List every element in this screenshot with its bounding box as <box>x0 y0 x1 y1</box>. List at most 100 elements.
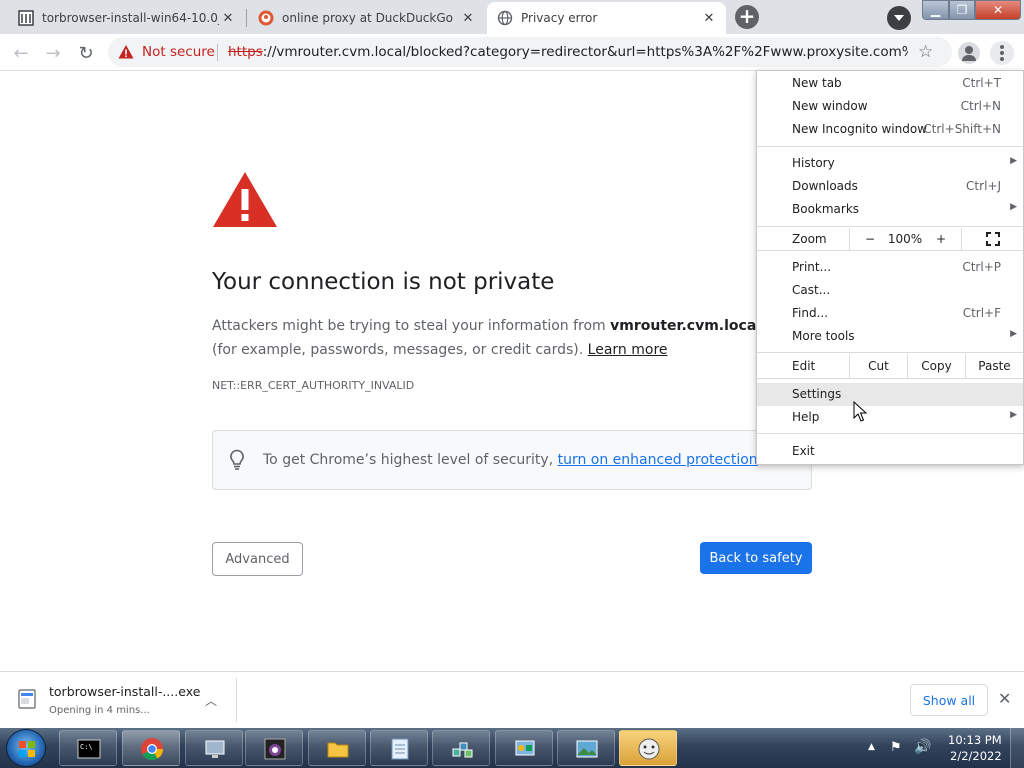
tab-torbrowser-download[interactable]: torbrowser-install-win64-10.0_en-US.exe … <box>8 2 245 34</box>
taskbar-tor-app[interactable] <box>245 730 303 766</box>
mouse-cursor-icon <box>853 401 867 422</box>
security-text-label: To get Chrome’s highest level of securit… <box>263 452 558 468</box>
menu-item-history[interactable]: History ▶ <box>757 152 1023 175</box>
address-bar[interactable]: Not secure https://vmrouter.cvm.local/bl… <box>108 37 952 67</box>
tab-search-button[interactable] <box>887 6 911 30</box>
menu-item-cast[interactable]: Cast... <box>757 279 1023 302</box>
show-desktop-button[interactable] <box>1010 728 1024 768</box>
taskbar-system-app[interactable] <box>185 730 243 766</box>
minimize-button[interactable]: ▁ <box>922 0 949 20</box>
show-all-button[interactable]: Show all <box>910 684 988 716</box>
taskbar-picture-viewer[interactable] <box>557 730 615 766</box>
taskbar-cmd[interactable]: C:\ <box>59 730 117 766</box>
learn-more-link[interactable]: Learn more <box>588 342 668 358</box>
browser-toolbar: ← → ↻ Not secure https://vmrouter.cvm.lo… <box>0 34 1024 71</box>
tab-title: Privacy error <box>521 11 598 25</box>
menu-item-more-tools[interactable]: More tools ▶ <box>757 325 1023 348</box>
chrome-icon <box>141 738 163 760</box>
warning-triangle-icon <box>118 45 134 59</box>
taskbar-media-app[interactable] <box>619 730 677 766</box>
zoom-level: 100% <box>887 232 923 246</box>
enhanced-protection-link[interactable]: turn on enhanced protection <box>558 452 758 468</box>
advanced-button[interactable]: Advanced <box>212 542 303 576</box>
clock-date[interactable]: 2/2/2022 <box>950 749 1002 763</box>
menu-divider <box>757 250 1023 251</box>
copy-button[interactable]: Copy <box>908 355 965 377</box>
taskbar-network-app[interactable] <box>432 730 490 766</box>
security-status-label[interactable]: Not secure <box>142 44 215 60</box>
menu-item-settings[interactable]: Settings <box>757 383 1023 406</box>
control-panel-icon <box>515 740 535 756</box>
tab-strip: torbrowser-install-win64-10.0_en-US.exe … <box>0 0 1024 34</box>
profile-avatar-icon[interactable] <box>958 42 980 64</box>
taskbar-file-explorer[interactable] <box>308 730 366 766</box>
paste-button[interactable]: Paste <box>966 355 1023 377</box>
tab-title: torbrowser-install-win64-10.0_en-US.exe <box>42 11 219 25</box>
back-arrow-icon[interactable]: ← <box>8 40 34 66</box>
bookmark-star-icon[interactable]: ☆ <box>918 42 933 62</box>
zoom-out-button[interactable]: − <box>850 228 890 250</box>
menu-item-label: History <box>792 156 835 170</box>
taskbar-chrome[interactable] <box>122 730 180 766</box>
close-tab-icon[interactable]: ✕ <box>700 9 718 27</box>
menu-item-new-incognito-window[interactable]: New Incognito window Ctrl+Shift+N <box>757 118 1023 141</box>
menu-item-label: Print... <box>792 260 832 274</box>
close-tab-icon[interactable]: ✕ <box>459 9 477 27</box>
menu-item-label: Exit <box>792 444 815 458</box>
menu-item-label: Zoom <box>792 232 827 246</box>
folder-icon <box>327 742 349 758</box>
volume-icon[interactable]: 🔊 <box>914 739 931 755</box>
start-button[interactable] <box>6 729 46 767</box>
menu-divider <box>757 378 1023 379</box>
menu-item-label: Cast... <box>792 283 831 297</box>
windows-logo-icon <box>19 741 35 757</box>
tab-privacy-error[interactable]: Privacy error ✕ <box>487 2 726 34</box>
warning-triangle-icon <box>213 172 277 227</box>
show-hidden-icons-icon[interactable]: ▲ <box>868 742 875 752</box>
chevron-up-icon[interactable]: ︿ <box>205 692 217 709</box>
back-to-safety-button[interactable]: Back to safety <box>700 542 812 574</box>
menu-item-print[interactable]: Print... Ctrl+P <box>757 256 1023 279</box>
fullscreen-icon <box>985 232 1000 246</box>
chrome-menu-button[interactable] <box>990 41 1014 65</box>
menu-item-new-window[interactable]: New window Ctrl+N <box>757 95 1023 118</box>
menu-item-label: More tools <box>792 329 855 343</box>
close-tab-icon[interactable]: ✕ <box>219 9 237 27</box>
url-text[interactable]: https://vmrouter.cvm.local/blocked?categ… <box>228 44 908 60</box>
divider <box>217 44 218 61</box>
menu-item-label: New Incognito window <box>792 122 928 136</box>
duckduckgo-favicon-icon <box>258 10 274 26</box>
clock-time[interactable]: 10:13 PM <box>948 733 1002 747</box>
menu-item-label: Downloads <box>792 179 858 193</box>
network-cubes-icon <box>452 742 473 758</box>
menu-item-shortcut: Ctrl+F <box>962 306 1001 320</box>
fullscreen-button[interactable] <box>962 228 1023 250</box>
divider <box>236 678 237 722</box>
zoom-in-button[interactable]: + <box>921 228 961 250</box>
menu-item-find[interactable]: Find... Ctrl+F <box>757 302 1023 325</box>
submenu-arrow-icon: ▶ <box>1010 329 1017 339</box>
close-icon[interactable]: ✕ <box>998 689 1011 708</box>
action-center-flag-icon[interactable]: ⚑ <box>890 740 902 755</box>
cut-button[interactable]: Cut <box>850 355 907 377</box>
menu-item-bookmarks[interactable]: Bookmarks ▶ <box>757 198 1023 221</box>
close-window-button[interactable]: ✕ <box>975 0 1021 20</box>
download-filename: torbrowser-install-....exe <box>49 684 201 699</box>
page-title: Your connection is not private <box>212 269 555 295</box>
maximize-button[interactable]: ❐ <box>949 0 975 20</box>
download-status: Opening in 4 mins... <box>49 705 150 716</box>
reload-icon[interactable]: ↻ <box>73 40 99 66</box>
tab-duckduckgo[interactable]: online proxy at DuckDuckGo ✕ <box>248 2 485 34</box>
desc-host: vmrouter.cvm.local <box>610 318 762 334</box>
taskbar-notepad[interactable] <box>370 730 428 766</box>
download-item[interactable] <box>10 672 225 729</box>
new-tab-button[interactable]: + <box>735 5 759 29</box>
menu-item-exit[interactable]: Exit <box>757 440 1023 463</box>
error-code[interactable]: NET::ERR_CERT_AUTHORITY_INVALID <box>212 379 414 392</box>
forward-arrow-icon[interactable]: → <box>40 40 66 66</box>
taskbar-control-panel[interactable] <box>495 730 553 766</box>
menu-item-help[interactable]: Help ▶ <box>757 406 1023 429</box>
menu-item-new-tab[interactable]: New tab Ctrl+T <box>757 72 1023 95</box>
chrome-menu: New tab Ctrl+T New window Ctrl+N New Incog… <box>756 70 1024 465</box>
menu-item-downloads[interactable]: Downloads Ctrl+J <box>757 175 1023 198</box>
